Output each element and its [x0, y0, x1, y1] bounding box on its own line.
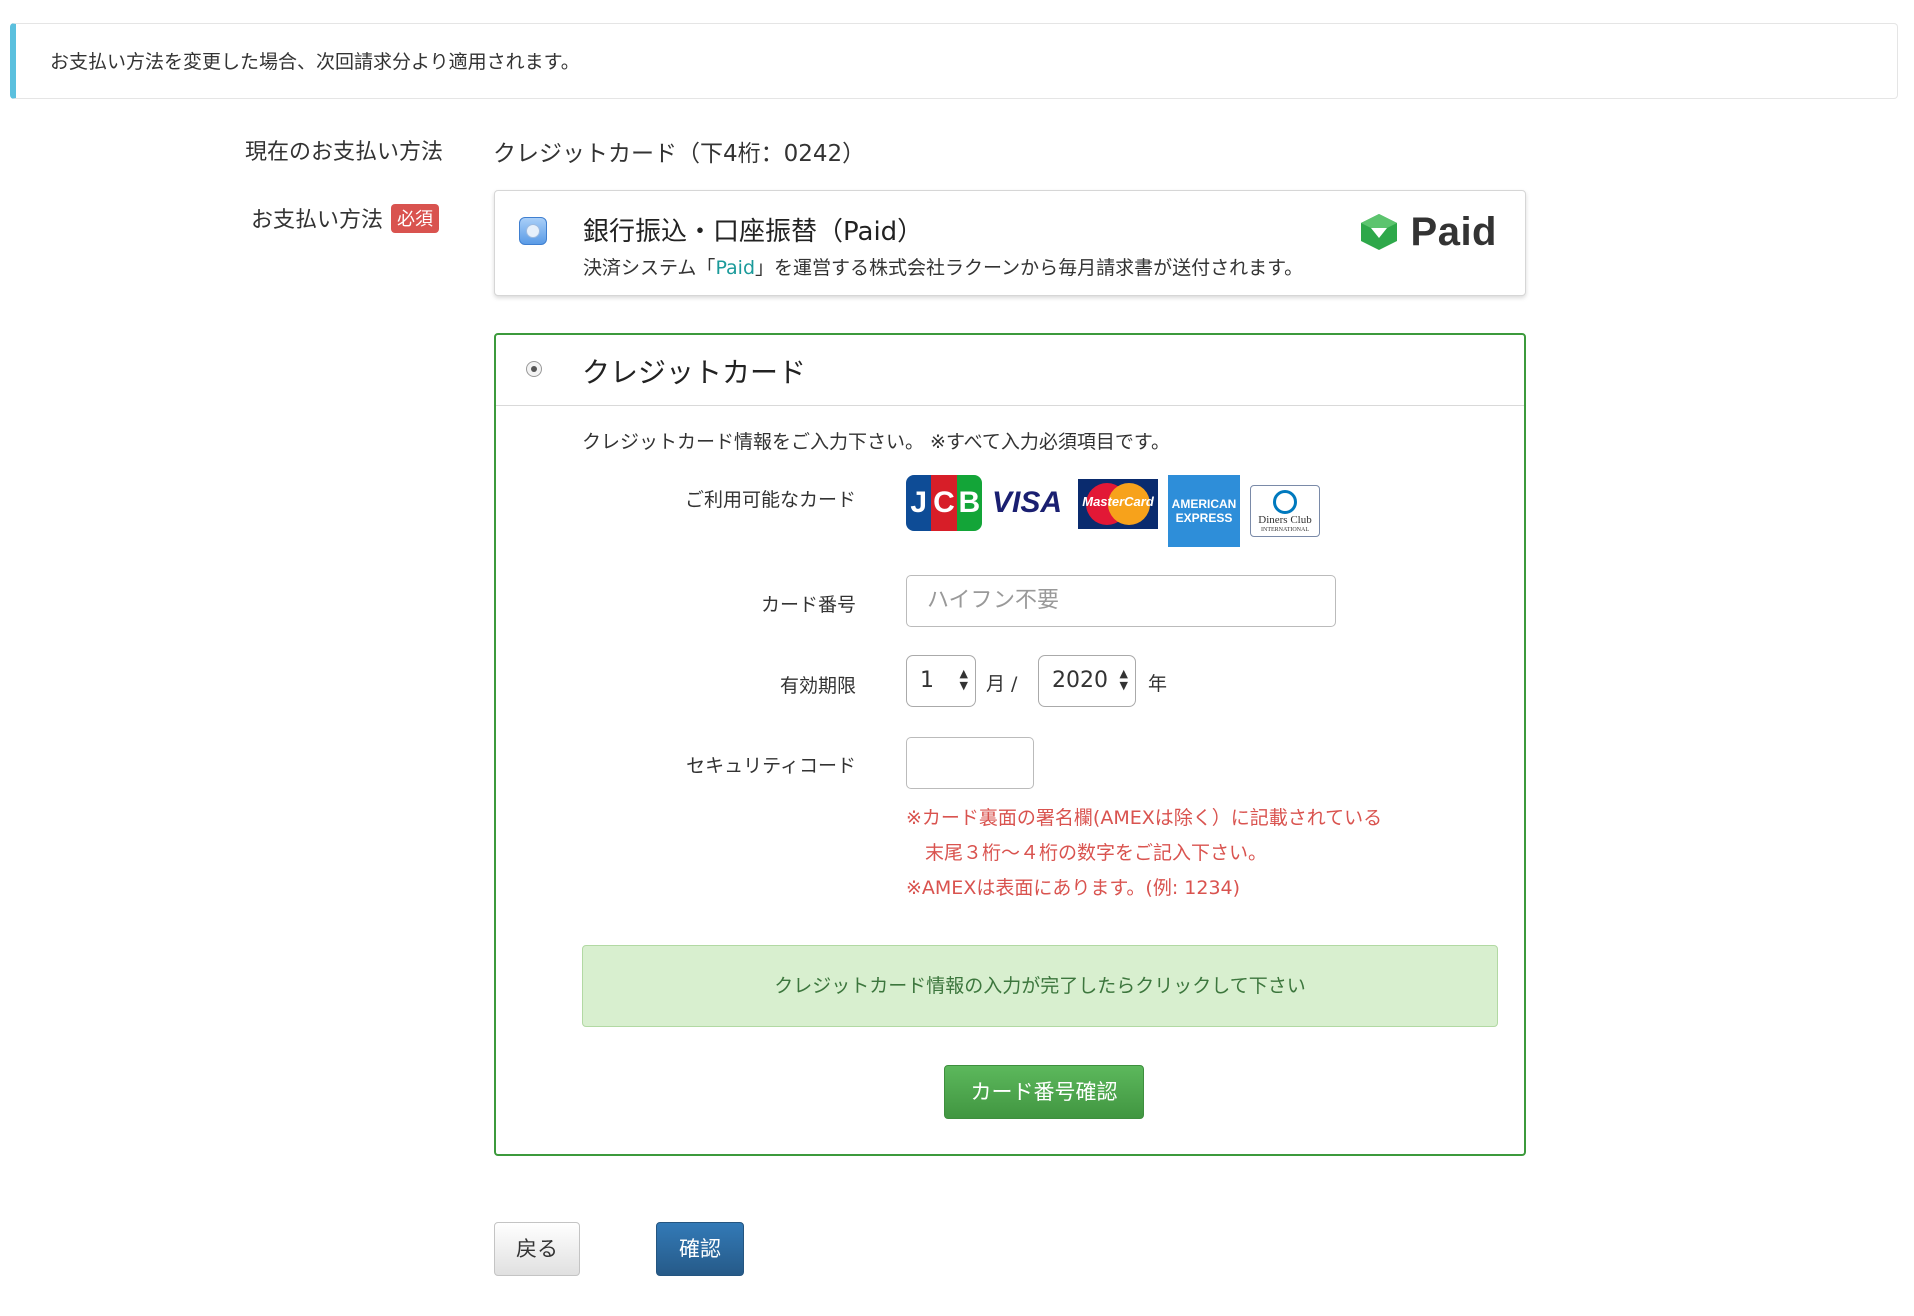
card-logos: J C B VISA MasterCard AMERICAN EXPRESS D…	[906, 475, 1330, 547]
mastercard-logo: MasterCard	[1078, 479, 1158, 529]
credit-card-option[interactable]: クレジットカード クレジットカード情報をご入力下さい。 ※すべて入力必須項目です…	[494, 333, 1526, 1156]
notice-banner: お支払い方法を変更した場合、次回請求分より適用されます。	[10, 23, 1898, 99]
back-button[interactable]: 戻る	[494, 1222, 580, 1276]
jcb-logo: J C B	[906, 475, 982, 531]
bank-transfer-option[interactable]: 銀行振込・口座振替（Paid） 決済システム「Paid」を運営する株式会社ラクー…	[494, 190, 1526, 296]
credit-card-intro: クレジットカード情報をご入力下さい。 ※すべて入力必須項目です。	[582, 431, 1170, 453]
credit-card-title: クレジットカード	[582, 356, 807, 389]
paid-logo: Paid	[1357, 209, 1497, 255]
amex-logo: AMERICAN EXPRESS	[1168, 475, 1240, 547]
confirm-card-number-button[interactable]: カード番号確認	[944, 1065, 1144, 1119]
credit-card-header: クレジットカード	[496, 335, 1524, 406]
diners-club-logo: Diners Club INTERNATIONAL	[1250, 485, 1320, 537]
notice-text: お支払い方法を変更した場合、次回請求分より適用されます。	[50, 51, 580, 73]
bank-desc-before: 決済システム「	[583, 257, 716, 279]
card-number-label: カード番号	[760, 594, 856, 616]
diners-logo-text: Diners Club	[1258, 514, 1312, 526]
security-code-note-3: ※AMEXは表面にあります。(例: 1234)	[906, 877, 1241, 899]
select-arrows-icon: ▲ ▼	[959, 667, 968, 692]
paid-link[interactable]: Paid	[715, 257, 755, 279]
security-code-label: セキュリティコード	[686, 755, 856, 777]
diners-logo-subtext: INTERNATIONAL	[1261, 527, 1309, 533]
payment-method-label-text: お支払い方法	[251, 208, 384, 233]
payment-method-label: お支払い方法 必須	[251, 202, 440, 234]
available-cards-label: ご利用可能なカード	[684, 489, 856, 511]
completion-hint-alert: クレジットカード情報の入力が完了したらクリックして下さい	[582, 945, 1498, 1027]
amex-logo-line2: EXPRESS	[1175, 511, 1233, 525]
current-payment-value: クレジットカード（下4桁：0242）	[493, 141, 866, 167]
expiry-year-unit: 年	[1148, 673, 1168, 695]
bank-desc-after: 」を運営する株式会社ラクーンから毎月請求書が送付されます。	[755, 257, 1304, 279]
expiry-label: 有効期限	[779, 675, 856, 697]
security-code-note-2: 末尾３桁〜４桁の数字をご記入下さい。	[906, 842, 1268, 864]
security-code-note-1: ※カード裏面の署名欄(AMEXは除く）に記載されている	[906, 807, 1383, 829]
required-badge: 必須	[391, 204, 440, 233]
mastercard-logo-text: MasterCard	[1082, 494, 1154, 509]
bank-transfer-radio[interactable]	[519, 217, 547, 245]
bank-transfer-description: 決済システム「Paid」を運営する株式会社ラクーンから毎月請求書が送付されます。	[583, 253, 1303, 280]
expiry-month-unit: 月 /	[986, 673, 1018, 695]
jcb-letter-j: J	[906, 475, 932, 531]
security-code-input[interactable]	[906, 737, 1034, 789]
confirm-button[interactable]: 確認	[656, 1222, 744, 1276]
paid-logo-text: Paid	[1410, 209, 1497, 254]
expiry-year-value: 2020	[1052, 668, 1108, 693]
select-arrows-icon: ▲ ▼	[1119, 667, 1128, 692]
diners-ring-icon	[1273, 490, 1297, 514]
card-number-input[interactable]: ハイフン不要	[906, 575, 1336, 627]
expiry-month-value: 1	[920, 668, 934, 693]
jcb-letter-c: C	[931, 475, 957, 531]
paid-logo-icon	[1360, 214, 1397, 250]
credit-card-radio[interactable]	[526, 361, 542, 377]
expiry-year-select[interactable]: 2020 ▲ ▼	[1038, 655, 1136, 707]
visa-logo: VISA	[992, 486, 1063, 519]
expiry-month-select[interactable]: 1 ▲ ▼	[906, 655, 976, 707]
bank-transfer-title: 銀行振込・口座振替（Paid）	[583, 217, 924, 247]
current-payment-label: 現在のお支払い方法	[245, 140, 444, 165]
amex-logo-line1: AMERICAN	[1171, 497, 1237, 511]
jcb-letter-b: B	[956, 475, 982, 531]
